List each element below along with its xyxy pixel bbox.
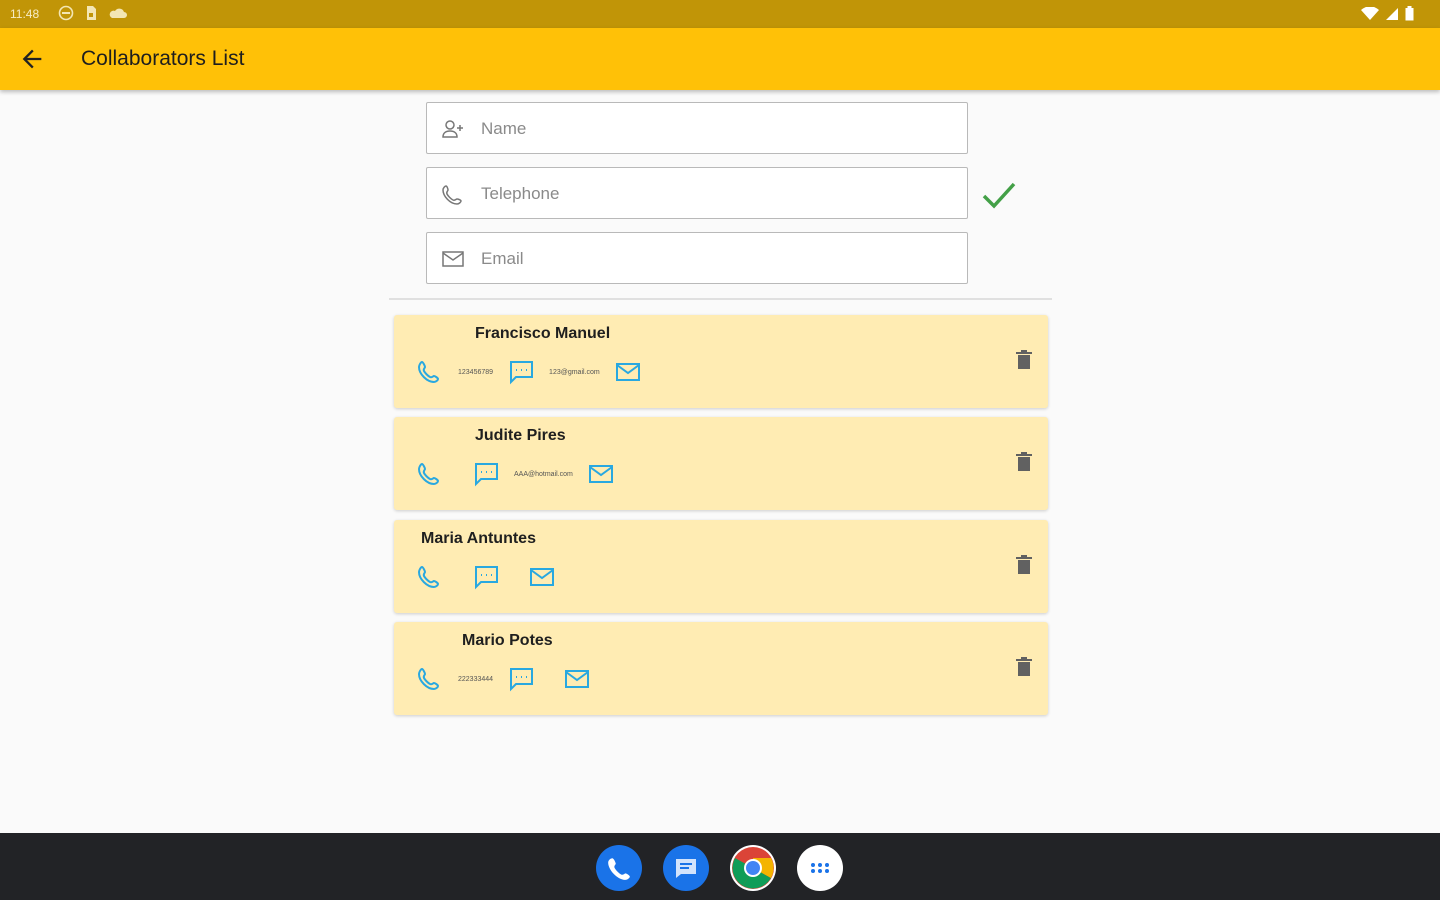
collaborator-phone: 222333444 <box>458 675 494 683</box>
call-icon[interactable] <box>416 461 444 487</box>
name-field <box>426 102 968 154</box>
status-time: 11:48 <box>10 7 40 21</box>
collaborator-name: Judite Pires <box>475 427 566 444</box>
app-dock <box>596 845 843 891</box>
email-icon[interactable] <box>528 564 556 590</box>
app-bar: Collaborators List <box>0 28 1440 90</box>
messages-app-icon[interactable] <box>663 845 709 891</box>
name-input[interactable] <box>479 103 953 154</box>
cloud-icon <box>109 8 127 18</box>
collaborator-phone: 123456789 <box>458 368 494 376</box>
call-icon[interactable] <box>416 564 444 590</box>
delete-icon[interactable] <box>1014 349 1034 371</box>
collaborator-card: Mario Potes 222333444 <box>394 622 1048 715</box>
delete-icon[interactable] <box>1014 451 1034 473</box>
email-field <box>426 232 968 284</box>
delete-icon[interactable] <box>1014 656 1034 678</box>
apps-launcher-icon[interactable] <box>797 845 843 891</box>
call-icon[interactable] <box>416 666 444 692</box>
collaborator-card: Judite Pires AAA@hotmail.com <box>394 417 1048 510</box>
check-icon[interactable] <box>980 178 1018 212</box>
do-not-disturb-icon <box>58 5 74 21</box>
sim-card-icon <box>87 6 96 20</box>
back-arrow-icon[interactable] <box>18 45 46 73</box>
call-icon[interactable] <box>416 359 444 385</box>
collaborator-email: AAA@hotmail.com <box>514 470 573 478</box>
wifi-icon <box>1361 6 1379 20</box>
delete-icon[interactable] <box>1014 554 1034 576</box>
signal-icon <box>1386 7 1398 20</box>
message-icon[interactable] <box>472 461 500 487</box>
collaborator-name: Francisco Manuel <box>475 325 611 342</box>
collaborator-card: Maria Antuntes <box>394 520 1048 613</box>
battery-icon <box>1405 6 1414 21</box>
phone-icon <box>442 185 462 205</box>
telephone-field <box>426 167 968 219</box>
divider <box>389 298 1052 300</box>
email-icon[interactable] <box>563 666 591 692</box>
email-input[interactable] <box>479 233 953 284</box>
email-icon[interactable] <box>614 359 642 385</box>
telephone-input[interactable] <box>479 168 953 219</box>
mail-icon <box>442 251 464 267</box>
add-person-icon <box>442 120 463 138</box>
collaborator-name: Maria Antuntes <box>421 530 536 547</box>
collaborator-name: Mario Potes <box>462 632 553 649</box>
message-icon[interactable] <box>507 359 535 385</box>
page-title: Collaborators List <box>81 47 245 70</box>
message-icon[interactable] <box>472 564 500 590</box>
status-bar: 11:48 <box>0 0 1440 28</box>
phone-app-icon[interactable] <box>596 845 642 891</box>
message-icon[interactable] <box>507 666 535 692</box>
email-icon[interactable] <box>587 461 615 487</box>
collaborator-card: Francisco Manuel 123456789 123@gmail.com <box>394 315 1048 408</box>
chrome-app-icon[interactable] <box>730 845 776 891</box>
collaborator-email: 123@gmail.com <box>549 368 600 376</box>
